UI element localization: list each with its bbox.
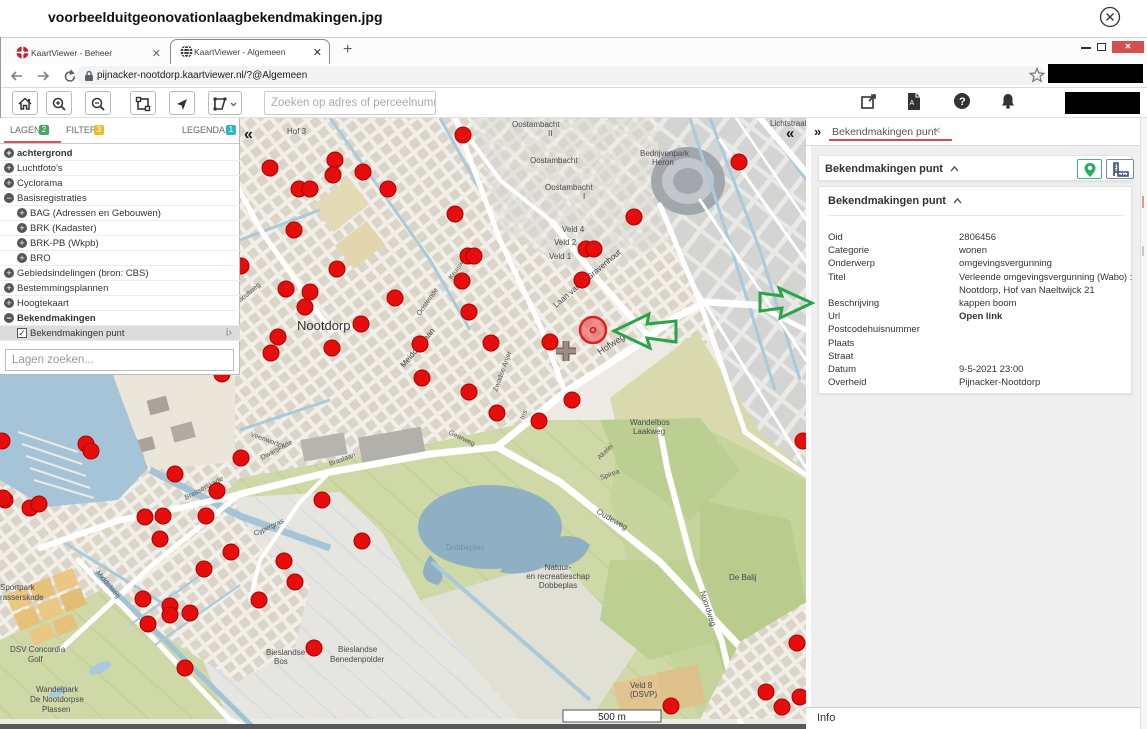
svg-text:«: « bbox=[244, 126, 253, 143]
svg-text:DSV Concordia: DSV Concordia bbox=[10, 645, 66, 654]
svg-text:Oostambacht: Oostambacht bbox=[530, 156, 578, 165]
svg-text:De Nootdorpse: De Nootdorpse bbox=[30, 695, 84, 704]
svg-text:Plassen: Plassen bbox=[42, 705, 70, 714]
svg-text:Wandelbos: Wandelbos bbox=[630, 418, 670, 427]
svg-text:Dobbeplas: Dobbeplas bbox=[446, 543, 484, 552]
svg-text:500 m: 500 m bbox=[598, 712, 626, 723]
svg-text:A: A bbox=[910, 100, 915, 107]
svg-text:Veld 4: Veld 4 bbox=[562, 225, 585, 234]
svg-text:Oostambacht: Oostambacht bbox=[545, 183, 593, 192]
svg-text:Veld 8: Veld 8 bbox=[630, 681, 653, 690]
svg-text:?: ? bbox=[959, 96, 966, 108]
svg-text:Natuur-: Natuur- bbox=[545, 563, 572, 572]
svg-text:Heron: Heron bbox=[652, 158, 674, 167]
svg-text:II: II bbox=[548, 129, 552, 138]
svg-text:Dobbeplas: Dobbeplas bbox=[539, 581, 577, 590]
svg-text:Sportpark: Sportpark bbox=[0, 583, 36, 592]
svg-text:Wandelpark: Wandelpark bbox=[36, 685, 79, 694]
svg-text:Bieslandse: Bieslandse bbox=[338, 645, 378, 654]
svg-text:De Balij: De Balij bbox=[729, 573, 757, 582]
svg-text:Laakweg: Laakweg bbox=[633, 427, 665, 436]
svg-text:Bos: Bos bbox=[274, 657, 288, 666]
svg-text:Bieslandse: Bieslandse bbox=[266, 648, 306, 657]
svg-text:«: « bbox=[786, 125, 794, 142]
svg-text:Bedrijvenpark: Bedrijvenpark bbox=[640, 149, 690, 158]
svg-text:rasserskade: rasserskade bbox=[0, 593, 44, 602]
svg-text:Veld 2: Veld 2 bbox=[554, 238, 577, 247]
svg-text:Veld 1: Veld 1 bbox=[549, 252, 572, 261]
svg-text:I: I bbox=[583, 192, 585, 201]
svg-text:Nootdorp: Nootdorp bbox=[297, 318, 350, 333]
svg-text:Oostambacht: Oostambacht bbox=[512, 120, 560, 129]
svg-text:Benedenpolder: Benedenpolder bbox=[330, 655, 385, 664]
svg-text:Hof 3: Hof 3 bbox=[287, 127, 307, 136]
svg-text:Golf: Golf bbox=[28, 655, 43, 664]
svg-text:en recreatieschap: en recreatieschap bbox=[526, 572, 590, 581]
svg-text:(DSVP): (DSVP) bbox=[630, 690, 657, 699]
